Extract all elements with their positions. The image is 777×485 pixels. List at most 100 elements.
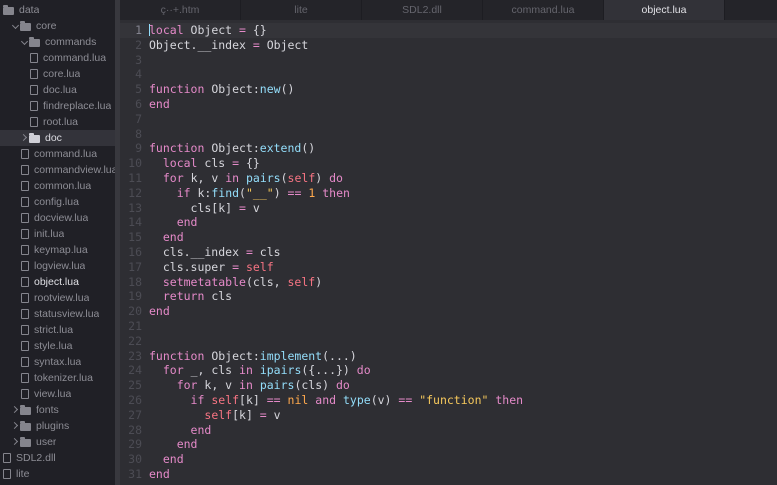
code-text: for _, cls in ipairs({...}) do xyxy=(149,363,371,378)
code-line-12[interactable]: 12 if k:find("__") == 1 then xyxy=(120,186,777,201)
tab-command.lua[interactable]: command.lua xyxy=(483,0,604,20)
tree-item-label: data xyxy=(19,4,39,16)
tree-item-init.lua[interactable]: init.lua xyxy=(0,226,115,242)
file-icon xyxy=(21,389,29,399)
code-line-13[interactable]: 13 cls[k] = v xyxy=(120,201,777,216)
tree-item-doc[interactable]: doc xyxy=(0,130,115,146)
code-line-26[interactable]: 26 if self[k] == nil and type(v) == "fun… xyxy=(120,393,777,408)
tree-item-core.lua[interactable]: core.lua xyxy=(0,66,115,82)
tree-item-tokenizer.lua[interactable]: tokenizer.lua xyxy=(0,370,115,386)
tree-item-style.lua[interactable]: style.lua xyxy=(0,338,115,354)
line-number: 31 xyxy=(120,467,142,482)
line-number: 21 xyxy=(120,319,142,334)
tree-item-strict.lua[interactable]: strict.lua xyxy=(0,322,115,338)
tree-item-label: core.lua xyxy=(43,68,80,80)
tree-item-keymap.lua[interactable]: keymap.lua xyxy=(0,242,115,258)
code-line-30[interactable]: 30 end xyxy=(120,452,777,467)
code-line-10[interactable]: 10 local cls = {} xyxy=(120,156,777,171)
file-icon xyxy=(21,181,29,191)
tree-item-label: style.lua xyxy=(34,340,73,352)
code-line-8[interactable]: 8 xyxy=(120,127,777,142)
code-line-22[interactable]: 22 xyxy=(120,334,777,349)
code-line-18[interactable]: 18 setmetatable(cls, self) xyxy=(120,275,777,290)
line-number: 3 xyxy=(120,53,142,68)
code-line-3[interactable]: 3 xyxy=(120,53,777,68)
code-text: end xyxy=(149,452,184,467)
code-text: Object.__index = Object xyxy=(149,38,308,53)
tree-item-fonts[interactable]: fonts xyxy=(0,402,115,418)
code-line-24[interactable]: 24 for _, cls in ipairs({...}) do xyxy=(120,363,777,378)
tree-item-findreplace.lua[interactable]: findreplace.lua xyxy=(0,98,115,114)
tree-item-core[interactable]: core xyxy=(0,18,115,34)
code-line-31[interactable]: 31end xyxy=(120,467,777,482)
tab-object.lua[interactable]: object.lua xyxy=(604,0,725,20)
code-line-7[interactable]: 7 xyxy=(120,112,777,127)
code-line-19[interactable]: 19 return cls xyxy=(120,289,777,304)
tree-item-user[interactable]: user xyxy=(0,434,115,450)
line-number: 30 xyxy=(120,452,142,467)
tree-item-doc.lua[interactable]: doc.lua xyxy=(0,82,115,98)
code-line-28[interactable]: 28 end xyxy=(120,423,777,438)
folder-icon xyxy=(20,423,31,431)
file-icon xyxy=(21,165,29,175)
tree-item-object.lua[interactable]: object.lua xyxy=(0,274,115,290)
tree-item-data[interactable]: data xyxy=(0,2,115,18)
code-line-23[interactable]: 23function Object:implement(...) xyxy=(120,349,777,364)
code-line-15[interactable]: 15 end xyxy=(120,230,777,245)
code-text: local cls = {} xyxy=(149,156,260,171)
line-number: 1 xyxy=(120,23,142,38)
file-icon xyxy=(21,245,29,255)
file-icon xyxy=(21,261,29,271)
tree-item-label: findreplace.lua xyxy=(43,100,111,112)
code-line-29[interactable]: 29 end xyxy=(120,437,777,452)
file-icon xyxy=(21,341,29,351)
code-line-11[interactable]: 11 for k, v in pairs(self) do xyxy=(120,171,777,186)
tree-item-view.lua[interactable]: view.lua xyxy=(0,386,115,402)
tree-item-lite[interactable]: lite xyxy=(0,466,115,482)
tree-item-command.lua[interactable]: command.lua xyxy=(0,146,115,162)
tree-item-label: core xyxy=(36,20,56,32)
tree-item-command.lua[interactable]: command.lua xyxy=(0,50,115,66)
code-text: end xyxy=(149,230,184,245)
line-number: 2 xyxy=(120,38,142,53)
tree-item-rootview.lua[interactable]: rootview.lua xyxy=(0,290,115,306)
code-line-5[interactable]: 5function Object:new() xyxy=(120,82,777,97)
tree-item-label: doc.lua xyxy=(43,84,77,96)
code-line-20[interactable]: 20end xyxy=(120,304,777,319)
tree-item-syntax.lua[interactable]: syntax.lua xyxy=(0,354,115,370)
tree-item-plugins[interactable]: plugins xyxy=(0,418,115,434)
file-icon xyxy=(30,101,38,111)
file-icon xyxy=(30,69,38,79)
tab-SDL2.dll[interactable]: SDL2.dll xyxy=(362,0,483,20)
tab-ç··+.htm[interactable]: ç··+.htm xyxy=(120,0,241,20)
code-line-17[interactable]: 17 cls.super = self xyxy=(120,260,777,275)
code-line-21[interactable]: 21 xyxy=(120,319,777,334)
code-line-2[interactable]: 2 Object.__index = Object xyxy=(120,38,777,53)
code-line-6[interactable]: 6end xyxy=(120,97,777,112)
file-icon xyxy=(30,85,38,95)
tree-item-config.lua[interactable]: config.lua xyxy=(0,194,115,210)
code-line-4[interactable]: 4 xyxy=(120,67,777,82)
tree-item-common.lua[interactable]: common.lua xyxy=(0,178,115,194)
tree-item-docview.lua[interactable]: docview.lua xyxy=(0,210,115,226)
line-number: 14 xyxy=(120,215,142,230)
tab-lite[interactable]: lite xyxy=(241,0,362,20)
editor: 1local Object = {}2 Object.__index = Obje… xyxy=(120,20,777,485)
code-line-16[interactable]: 16 cls.__index = cls xyxy=(120,245,777,260)
tree-item-logview.lua[interactable]: logview.lua xyxy=(0,258,115,274)
tree-item-root.lua[interactable]: root.lua xyxy=(0,114,115,130)
tree-item-commandview.lua[interactable]: commandview.lua xyxy=(0,162,115,178)
text-caret xyxy=(149,24,150,36)
tree-item-statusview.lua[interactable]: statusview.lua xyxy=(0,306,115,322)
code-line-1[interactable]: 1local Object = {} xyxy=(120,23,777,38)
code-text: if k:find("__") == 1 then xyxy=(149,186,350,201)
tree-item-SDL2.dll[interactable]: SDL2.dll xyxy=(0,450,115,466)
lite-editor-window: datacorecommandscommand.luacore.luadoc.l… xyxy=(0,0,777,485)
code-line-25[interactable]: 25 for k, v in pairs(cls) do xyxy=(120,378,777,393)
code-line-9[interactable]: 9function Object:extend() xyxy=(120,141,777,156)
code-line-14[interactable]: 14 end xyxy=(120,215,777,230)
tree-item-commands[interactable]: commands xyxy=(0,34,115,50)
sidebar-scrollbar[interactable] xyxy=(115,0,120,485)
code-line-27[interactable]: 27 self[k] = v xyxy=(120,408,777,423)
chevron-right-icon xyxy=(12,438,20,446)
